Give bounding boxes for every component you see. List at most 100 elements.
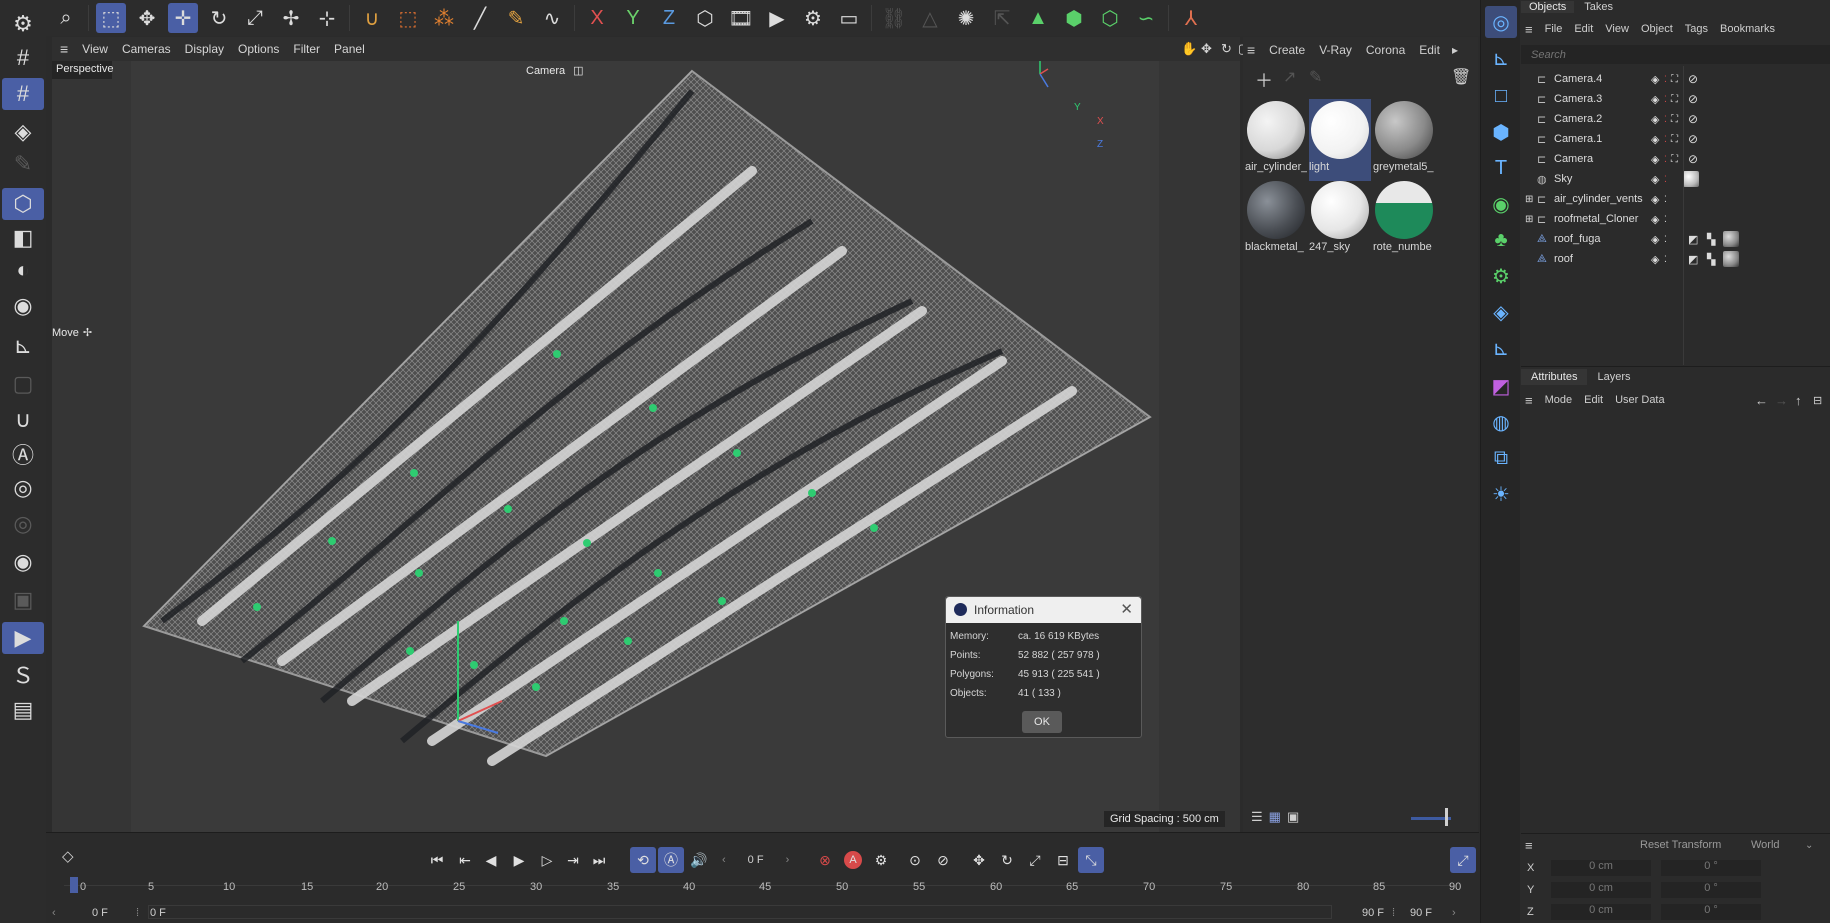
crop-icon[interactable]: # (2, 42, 44, 74)
sphere-icon[interactable]: ◎ (1485, 6, 1517, 38)
pyramid-icon[interactable]: ▲ (1023, 3, 1053, 33)
square-icon[interactable]: □ (1485, 80, 1517, 112)
attribute-menu-mode[interactable]: Mode (1545, 394, 1573, 406)
dolly-icon[interactable]: ✥ (1201, 41, 1212, 57)
x-axis-lock-icon[interactable]: X (582, 3, 612, 33)
go-to-end-icon[interactable]: ⏭ (586, 847, 612, 873)
hamburger-icon[interactable]: ≡ (1525, 838, 1533, 853)
weight-icon[interactable]: △ (915, 3, 945, 33)
deformer-bend-icon[interactable]: ◩ (1485, 370, 1517, 402)
edit-material-icon[interactable]: ✎ (1309, 67, 1322, 87)
sculpt-icon[interactable]: ✎ (2, 148, 44, 180)
camera-tag-icon[interactable]: ⛶ (1671, 94, 1678, 105)
slider-handle[interactable] (1445, 808, 1448, 826)
material-swatch[interactable]: greymetal5_ (1373, 99, 1435, 181)
key-move-icon[interactable]: ✥ (966, 847, 992, 873)
object-row[interactable]: ⊞ ⊏ air_cylinder_vents ◈ ⁚ (1521, 189, 1830, 209)
deformer-icon[interactable]: ∽ (1131, 3, 1161, 33)
next-key-icon[interactable]: ⇥ (560, 847, 586, 873)
material-swatch[interactable]: rote_numbe (1373, 179, 1435, 261)
particle-icon[interactable]: ✺ (951, 3, 981, 33)
target-icon[interactable]: ◎ (2, 508, 44, 540)
object-mode-icon[interactable]: ◈ (2, 116, 44, 148)
material-menu-edit[interactable]: Edit (1419, 43, 1440, 57)
layer-icon[interactable]: ◈ (1651, 153, 1659, 166)
protection-tag-icon[interactable]: ⊘ (1688, 72, 1698, 86)
key-position-icon[interactable]: ⊙ (902, 847, 928, 873)
autokey-icon[interactable]: A (840, 847, 866, 873)
hamburger-icon[interactable]: ≡ (1247, 42, 1255, 58)
camera-tag-icon[interactable]: ⛶ (1671, 134, 1678, 145)
model-mode-icon[interactable]: ⬡ (2, 188, 44, 220)
key-rotate-icon[interactable]: ↻ (994, 847, 1020, 873)
grid-view-icon[interactable]: ▦ (1269, 809, 1281, 825)
visibility-dots-icon[interactable]: ⁚ (1664, 194, 1667, 205)
close-icon[interactable]: ✕ (1120, 600, 1133, 618)
object-menu-edit[interactable]: Edit (1574, 23, 1593, 35)
tab-layers[interactable]: Layers (1597, 371, 1630, 383)
world-dropdown[interactable]: World (1751, 839, 1780, 851)
layer-icon[interactable]: ◈ (1651, 233, 1659, 246)
texture-tag-icon[interactable]: ▚ (1707, 253, 1715, 266)
range-handle-icon[interactable]: ⁞ (1392, 907, 1395, 919)
object-search-input[interactable] (1521, 45, 1830, 64)
visibility-dots-icon[interactable]: ⁚ (1664, 214, 1667, 225)
large-view-icon[interactable]: ▣ (1287, 809, 1299, 825)
object-row[interactable]: ⟁ roof ◈ ⁚ ◩ ▚ (1521, 249, 1830, 269)
hamburger-icon[interactable]: ≡ (60, 41, 68, 57)
snap-icon[interactable]: ∪ (2, 404, 44, 436)
search-icon[interactable]: ⌕ (51, 3, 81, 33)
magnet-icon[interactable]: ∪ (357, 3, 387, 33)
cube-green-icon[interactable]: ⬢ (1059, 3, 1089, 33)
protection-tag-icon[interactable]: ⊘ (1688, 92, 1698, 106)
protection-tag-icon[interactable]: ⊘ (1688, 112, 1698, 126)
cloner-icon[interactable]: ♣ (1485, 224, 1517, 256)
autokey-mode-icon[interactable]: Ⓐ (658, 847, 684, 873)
visibility-dots-icon[interactable]: ⁚ (1664, 94, 1667, 105)
hamburger-icon[interactable]: ≡ (1525, 393, 1533, 408)
object-menu-tags[interactable]: Tags (1685, 23, 1708, 35)
sketch-icon[interactable]: ∿ (537, 3, 567, 33)
up-arrow-icon[interactable]: ↑ (1795, 393, 1802, 408)
object-row[interactable]: ⊞ ⊏ roofmetal_Cloner ◈ ⁚ (1521, 209, 1830, 229)
protection-tag-icon[interactable]: ⊘ (1688, 152, 1698, 166)
ok-button[interactable]: OK (1022, 711, 1062, 733)
light-icon[interactable]: ☀ (1485, 478, 1517, 510)
layer-icon[interactable]: ◈ (1651, 93, 1659, 106)
rotation-field[interactable]: 0 ° (1661, 882, 1761, 898)
visibility-dots-icon[interactable]: ⁚ (1664, 174, 1667, 185)
viewport-menu-view[interactable]: View (82, 42, 108, 56)
layer-icon[interactable]: ◈ (1651, 73, 1659, 86)
volume-icon[interactable]: ◈ (1485, 296, 1517, 328)
soft-selection-icon[interactable]: ▢ (2, 368, 44, 400)
camera-tag-icon[interactable]: ⛶ (1671, 154, 1678, 165)
go-to-start-icon[interactable]: ⏮ (424, 847, 450, 873)
object-menu-object[interactable]: Object (1641, 23, 1673, 35)
generator-icon[interactable]: ◉ (1485, 188, 1517, 220)
rotate-tool-icon[interactable]: ↻ (204, 3, 234, 33)
expand-icon[interactable]: ⊞ (1525, 194, 1533, 205)
render-region-icon[interactable]: ▣ (2, 584, 44, 616)
camera-icon[interactable]: ◫ (573, 64, 583, 77)
playhead[interactable] (70, 877, 78, 893)
grid-tool-icon[interactable]: # (2, 78, 44, 110)
timeline-expand-icon[interactable]: ⤢ (1450, 847, 1476, 873)
chevron-left-icon[interactable]: ‹ (52, 907, 56, 919)
preview-range-track[interactable] (148, 905, 1332, 919)
layer-icon[interactable]: ◈ (1651, 253, 1659, 266)
chevron-right-icon[interactable]: › (786, 854, 790, 866)
place-icon[interactable]: ⊹ (312, 3, 342, 33)
loop-icon[interactable]: ⟲ (630, 847, 656, 873)
add-material-icon[interactable]: ＋ (1255, 67, 1273, 93)
layer-icon[interactable]: ◈ (1651, 133, 1659, 146)
previous-frame-icon[interactable]: ◀ (478, 847, 504, 873)
render-view-icon[interactable]: 🎞 (726, 3, 756, 33)
layer-icon[interactable]: ◈ (1651, 173, 1659, 186)
material-menu-create[interactable]: Create (1269, 43, 1305, 57)
object-row[interactable]: ⟁ roof_fuga ◈ ⁚ ◩ ▚ (1521, 229, 1830, 249)
layer-icon[interactable]: ◈ (1651, 113, 1659, 126)
visibility-dots-icon[interactable]: ⁚ (1664, 134, 1667, 145)
camera-tag-icon[interactable]: ⛶ (1671, 114, 1678, 125)
cube-outline-icon[interactable]: ⬡ (1095, 3, 1125, 33)
visibility-dots-icon[interactable]: ⁚ (1664, 154, 1667, 165)
